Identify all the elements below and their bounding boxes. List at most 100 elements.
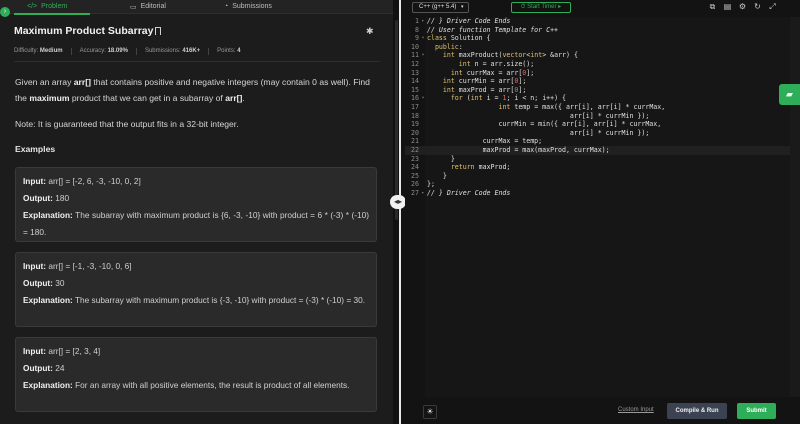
settings-icon[interactable]: ⚙ xyxy=(738,2,747,11)
language-select[interactable]: C++ (g++ 5.4) ▾ xyxy=(412,2,469,13)
code-line[interactable]: 24 return maxProd; xyxy=(405,163,790,172)
code-line[interactable]: 11 ▾ int maxProduct(vector<int> &arr) { xyxy=(405,51,790,60)
line-number: 12 xyxy=(411,59,419,68)
code-line[interactable]: 10 public: xyxy=(405,43,790,52)
bulb-icon[interactable]: ☀ xyxy=(423,405,437,419)
problem-pane: › </> Problem ▭ Editorial ◔ Submissions … xyxy=(0,0,393,424)
code-line[interactable]: 16 ▾ for (int i = 1; i < n; i++) { xyxy=(405,94,790,103)
compile-run-button[interactable]: Compile & Run xyxy=(667,403,727,419)
bug-icon[interactable]: ✱ xyxy=(366,27,375,36)
code-line[interactable]: 27 ▸// } Driver Code Ends xyxy=(405,189,790,198)
difficulty: Difficulty: Medium xyxy=(14,48,63,54)
code-text: } xyxy=(427,171,447,180)
fold-icon[interactable] xyxy=(419,137,427,146)
line-number: 14 xyxy=(411,77,419,86)
fold-icon[interactable]: ▾ xyxy=(419,51,427,60)
fold-icon[interactable] xyxy=(419,146,427,155)
code-line[interactable]: 19 currMin = min({ arr[i], arr[i] * curr… xyxy=(405,120,790,129)
code-line[interactable]: 26}; xyxy=(405,180,790,189)
fullscreen-icon[interactable]: ⤢ xyxy=(768,2,777,11)
line-number: 16 xyxy=(411,94,419,103)
copy-icon[interactable]: ⧉ xyxy=(708,2,717,11)
example-output: Output: 180 xyxy=(23,193,70,203)
code-text: int currMax = arr[0]; xyxy=(450,68,535,77)
code-line[interactable]: 18 arr[i] * currMin }); xyxy=(405,112,790,121)
line-number: 24 xyxy=(411,163,419,172)
fold-icon[interactable] xyxy=(419,26,427,35)
fold-icon[interactable] xyxy=(419,129,427,138)
code-text: public: xyxy=(434,42,463,51)
line-number: 1 xyxy=(415,17,419,25)
fold-icon[interactable]: ▸ xyxy=(419,189,427,198)
examples-heading: Examples xyxy=(15,144,56,154)
fold-icon[interactable]: ▸ xyxy=(419,17,427,26)
code-line[interactable]: 20 arr[i] * currMin }); xyxy=(405,129,790,138)
line-number: 23 xyxy=(411,154,419,163)
editor-toolbar: C++ (g++ 5.4) ▾ ⏱ Start Timer ▸ ⧉ ▤ ⚙ ↻ … xyxy=(405,0,800,14)
fold-icon[interactable] xyxy=(419,60,427,69)
code-line[interactable]: 14 int currMin = arr[0]; xyxy=(405,77,790,86)
code-text: // } Driver Code Ends xyxy=(427,188,511,197)
code-text: // } Driver Code Ends xyxy=(427,17,511,25)
example-box: Input: arr[] = [-2, 6, -3, -10, 0, 2] Ou… xyxy=(15,167,377,242)
code-line[interactable]: 21 currMax = temp; xyxy=(405,137,790,146)
code-content[interactable]: 1 ▸// } Driver Code Ends 8// User function… xyxy=(405,17,790,197)
code-text: int currMin = arr[0]; xyxy=(442,77,527,86)
code-line[interactable]: 12 int n = arr.size(); xyxy=(405,60,790,69)
collapse-icon[interactable]: › xyxy=(0,7,10,17)
code-line[interactable]: 13 int currMax = arr[0]; xyxy=(405,69,790,78)
pane-divider[interactable] xyxy=(399,0,401,424)
line-number: 17 xyxy=(411,102,419,111)
code-text: int maxProd = arr[0]; xyxy=(442,85,527,94)
tab-submissions[interactable]: ◔ Submissions xyxy=(224,0,272,14)
code-line[interactable]: 8 // User function Template for C++ xyxy=(405,26,790,35)
code-editor[interactable]: 1 ▸// } Driver Code Ends 8// User function… xyxy=(405,17,790,397)
code-text: int n = arr.size(); xyxy=(458,59,535,68)
paste-icon[interactable]: ▤ xyxy=(723,2,732,11)
fold-icon[interactable]: ▾ xyxy=(419,34,427,43)
code-text: }; xyxy=(427,180,435,189)
fold-icon[interactable] xyxy=(419,155,427,164)
bookmark-icon[interactable] xyxy=(155,27,162,35)
example-input: Input: arr[] = [2, 3, 4] xyxy=(23,346,101,356)
submit-button[interactable]: Submit xyxy=(737,403,776,419)
divider xyxy=(14,61,380,62)
editor-scrollbar[interactable] xyxy=(790,17,800,397)
fold-icon[interactable] xyxy=(419,172,427,181)
line-number: 25 xyxy=(411,171,419,180)
fold-icon[interactable] xyxy=(419,86,427,95)
start-timer-button[interactable]: ⏱ Start Timer ▸ xyxy=(511,2,571,13)
line-number: 15 xyxy=(411,85,419,94)
reset-icon[interactable]: ↻ xyxy=(753,2,762,11)
code-line[interactable]: 17 int temp = max({ arr[i], arr[i] * cur… xyxy=(405,103,790,112)
fold-icon[interactable]: ▾ xyxy=(419,94,427,103)
tab-editorial[interactable]: ▭ Editorial xyxy=(130,0,166,14)
fold-icon[interactable] xyxy=(419,180,427,189)
fold-icon[interactable] xyxy=(419,163,427,172)
code-line[interactable]: 25 } xyxy=(405,172,790,181)
fold-icon[interactable] xyxy=(419,69,427,78)
custom-input-link[interactable]: Custom Input xyxy=(618,407,654,413)
code-line[interactable]: 23 } xyxy=(405,155,790,164)
code-line[interactable]: 15 int maxProd = arr[0]; xyxy=(405,86,790,95)
chat-icon[interactable]: ▰ xyxy=(779,84,800,105)
example-box: Input: arr[] = [-1, -3, -10, 0, 6] Outpu… xyxy=(15,252,377,327)
code-line[interactable]: 22 maxProd = max(maxProd, currMax); xyxy=(405,145,790,155)
tab-problem[interactable]: </> Problem xyxy=(27,0,77,14)
fold-icon[interactable] xyxy=(419,43,427,52)
fold-icon[interactable] xyxy=(419,103,427,112)
line-number: 27 xyxy=(411,188,419,197)
example-output: Output: 30 xyxy=(23,278,65,288)
code-text: maxProd = max(maxProd, currMax); xyxy=(427,145,610,154)
fold-icon[interactable] xyxy=(419,77,427,86)
page-title: Maximum Product Subarray xyxy=(14,25,162,37)
drag-icon[interactable]: ◂▸ xyxy=(390,195,406,209)
code-line[interactable]: 1 ▸// } Driver Code Ends xyxy=(405,17,790,26)
fold-icon[interactable] xyxy=(419,120,427,129)
code-line[interactable]: 9 ▾ class Solution { xyxy=(405,34,790,43)
code-text: // User function Template for C++ xyxy=(427,25,559,34)
code-text: int temp = max({ arr[i], arr[i] * currMa… xyxy=(498,102,666,111)
fold-icon[interactable] xyxy=(419,112,427,121)
code-text: for (int i = 1; i < n; i++) { xyxy=(450,94,567,103)
history-icon: ◔ xyxy=(224,3,229,10)
